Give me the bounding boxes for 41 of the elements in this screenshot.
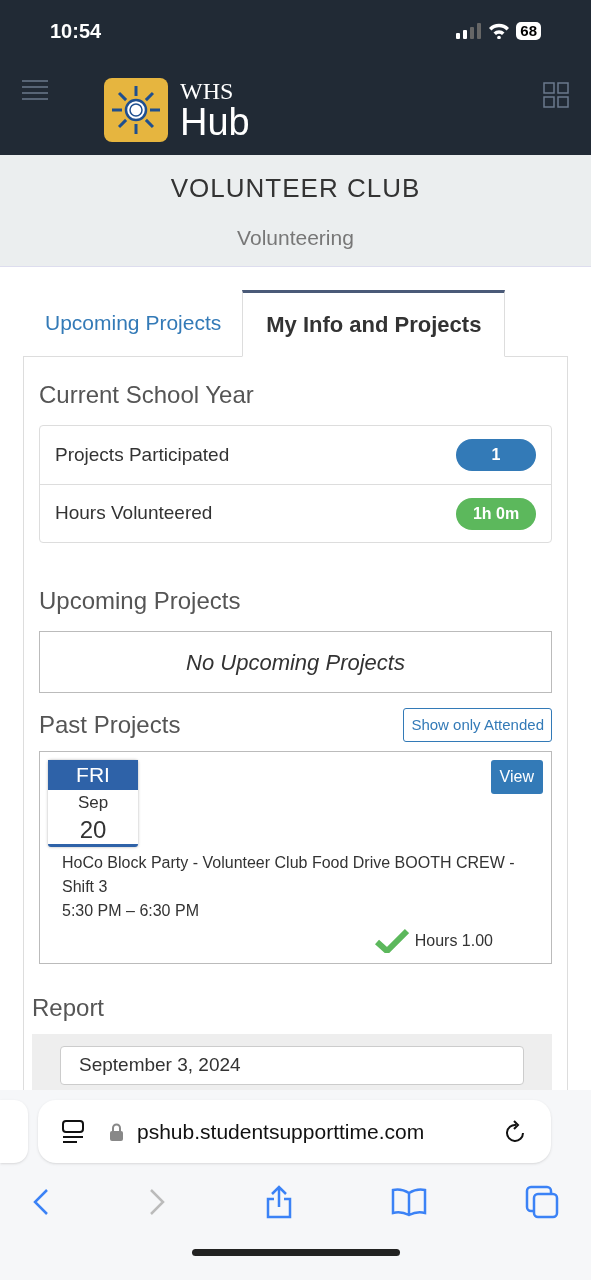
filter-button[interactable]: Show only Attended — [403, 707, 552, 743]
book-icon[interactable] — [390, 1187, 427, 1217]
tab[interactable]: My Info and Projects — [242, 290, 506, 357]
count-badge: 1h 0m — [456, 497, 536, 530]
tabs-icon[interactable] — [525, 1185, 559, 1219]
section-heading: Report — [32, 993, 106, 1023]
project-time: 5:30 PM – 6:30 PM — [61, 901, 200, 921]
day-text: 20 — [79, 816, 107, 844]
month-text: Sep — [77, 792, 109, 814]
logo-text: Hub — [180, 103, 250, 141]
section-heading: Upcoming Projects — [39, 586, 242, 616]
hours-text: Hours 1.00 — [414, 931, 493, 951]
menu-icon[interactable] — [22, 80, 48, 100]
logo-text: WHS — [180, 79, 235, 103]
sun-logo-icon — [104, 78, 168, 142]
page-title: VOLUNTEER CLUB — [170, 172, 421, 205]
page-subtitle: Volunteering — [237, 225, 354, 251]
stat-label: Projects Participated — [55, 442, 230, 467]
project-title: HoCo Block Party - Volunteer Club Food Drive BOOTH CREW - Shift 3 — [61, 853, 516, 897]
lock-icon — [110, 1122, 123, 1141]
address-bar[interactable]: pshub.studentsupporttime.com — [38, 1100, 551, 1163]
back-icon[interactable] — [32, 1188, 50, 1216]
url-text: pshub.studentsupporttime.com — [137, 1118, 426, 1145]
view-button[interactable]: View — [490, 760, 543, 794]
wifi-icon — [488, 23, 511, 39]
apps-grid-icon[interactable] — [543, 82, 569, 108]
section-heading: Current School Year — [39, 380, 255, 410]
reader-icon[interactable] — [62, 1119, 84, 1144]
weekday-text: FRI — [48, 760, 138, 790]
empty-message: No Upcoming Projects — [39, 631, 552, 693]
status-time: 10:54 — [50, 19, 102, 44]
tab[interactable]: Upcoming Projects — [24, 289, 243, 356]
forward-icon[interactable] — [148, 1188, 167, 1216]
reload-icon[interactable] — [505, 1119, 527, 1144]
section-heading: Past Projects — [39, 710, 181, 740]
stat-label: Hours Volunteered — [55, 501, 213, 526]
signal-icon — [456, 23, 483, 39]
share-icon[interactable] — [264, 1185, 293, 1219]
count-badge: 1 — [456, 439, 536, 471]
date-field[interactable]: September 3, 2024 — [60, 1046, 524, 1085]
battery-indicator: 68 — [516, 22, 541, 40]
